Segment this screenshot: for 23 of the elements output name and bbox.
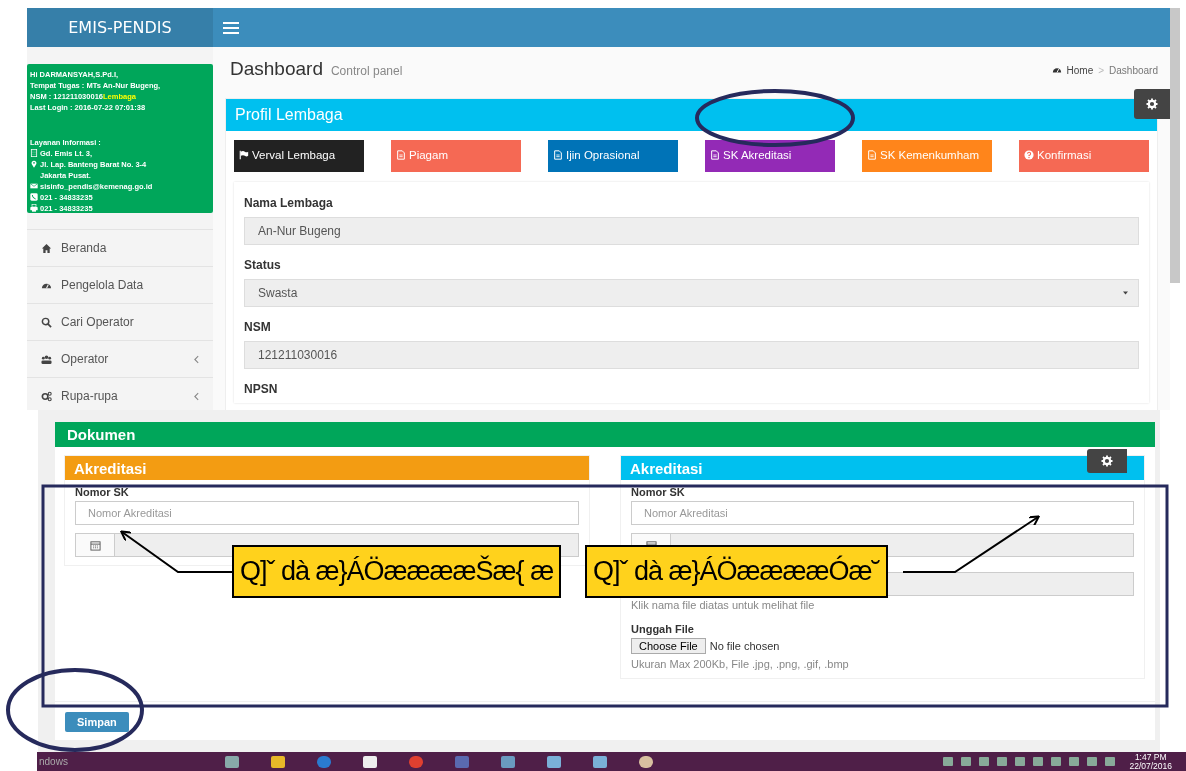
breadcrumb-separator: > [1098,64,1105,76]
field-label: Nama Lembaga [244,196,334,210]
field-label: Status [244,258,282,272]
page-subtitle: Control panel [330,64,403,78]
field-label: NPSN [244,382,279,396]
field-label: Nomor SK [631,486,686,498]
panel-header: Akreditasi [65,456,589,480]
field-label: NSM [244,320,272,334]
panel-header: Akreditasi [621,456,1144,480]
clock-date: 22/07/2016 [1129,761,1172,771]
breadcrumb-current: Dashboard [1109,64,1158,76]
page-title: Dashboard [230,58,323,80]
callout-tooltip: Q]ˇ dà æ}ÁÖææææŠæ{ æ [232,545,562,598]
clock-time: 1:47 PM [1134,752,1167,762]
hint-text: Ukuran Max 200Kb, File .jpg, .png, .gif, .bmp [631,658,850,670]
field-label: Nomor SK [75,486,130,498]
field-label: Unggah File [631,623,695,635]
file-status-text: No file chosen [709,640,780,652]
panel-header: Dokumen [55,422,1155,447]
taskbar-text: ndows [39,756,69,767]
callout-tooltip: Q]ˇ dà æ}ÁÖææææÓæ˘ [585,545,888,598]
panel-header: Profil Lembaga [226,99,1157,131]
help-text: Klik nama file diatas untuk melihat file [631,599,816,611]
